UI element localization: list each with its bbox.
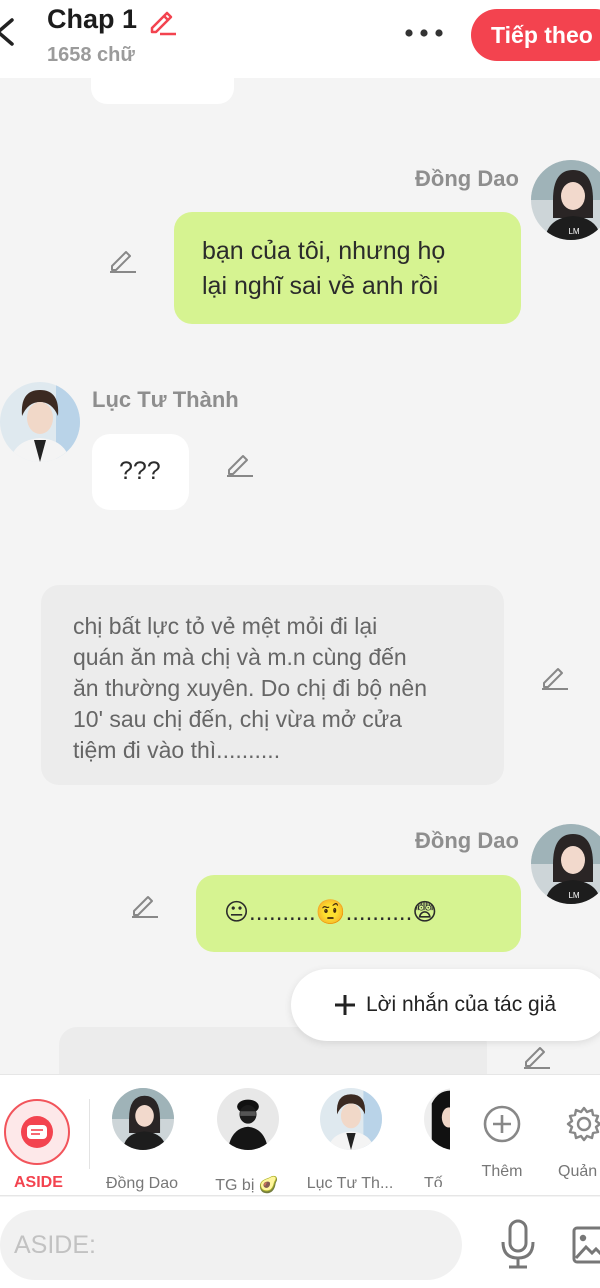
author-note-button[interactable]: Lời nhắn của tác giả xyxy=(291,969,600,1041)
add-character-button[interactable]: Thêm xyxy=(458,1087,546,1187)
author-note-label: Lời nhắn của tác giả xyxy=(366,993,557,1016)
edit-message-icon[interactable] xyxy=(108,244,138,274)
aside-avatar xyxy=(4,1099,70,1165)
avatar-luc-tu-thanh[interactable] xyxy=(0,382,80,462)
narration-line: tiệm đi vào thì.......... xyxy=(73,737,281,763)
svg-text:LM: LM xyxy=(568,227,579,236)
speaker-name: Lục Tư Thành xyxy=(92,387,239,412)
message-input[interactable] xyxy=(0,1210,462,1280)
chat-icon xyxy=(27,1125,47,1139)
plus-icon xyxy=(335,995,355,1015)
message-bubble[interactable]: bạn của tôi, nhưng họ lại nghĩ sai về an… xyxy=(174,212,521,324)
character-luc-tu-thanh[interactable]: Lục Tư Th... xyxy=(306,1087,394,1192)
message-line: bạn của tôi, nhưng họ xyxy=(202,237,446,265)
message-text: 😐..........🤨..........😨 xyxy=(224,899,438,926)
image-icon[interactable] xyxy=(572,1225,600,1265)
narration-line: ăn thường xuyên. Do chị đi bộ nên xyxy=(73,675,427,701)
add-circle-icon xyxy=(483,1105,521,1143)
divider xyxy=(89,1099,90,1169)
speaker-name: Đồng Dao xyxy=(415,828,519,853)
edit-title-icon[interactable] xyxy=(147,6,177,36)
message-line: lại nghĩ sai về anh rồi xyxy=(202,272,439,300)
edit-message-icon[interactable] xyxy=(225,448,255,478)
character-tg[interactable]: TG bị 🥑 xyxy=(203,1087,291,1194)
character-label: Lục Tư Th... xyxy=(306,1175,394,1192)
word-count: 1658 chữ xyxy=(47,44,135,66)
avatar xyxy=(320,1088,382,1150)
manage-characters-button[interactable]: Quản xyxy=(542,1087,600,1187)
narration-line: chị bất lực tỏ vẻ mệt mỏi đi lại xyxy=(73,613,378,639)
chapter-title[interactable]: Chap 1 xyxy=(47,4,137,35)
avatar-dong-dao[interactable]: LM xyxy=(531,824,600,904)
edit-message-icon[interactable] xyxy=(522,1040,552,1070)
character-aside[interactable]: ASIDE xyxy=(0,1087,88,1191)
chat-editor-screen: Chap 1 1658 chữ Tiếp theo Đồng Dao LM bạ… xyxy=(0,0,600,1288)
edit-message-icon[interactable] xyxy=(540,661,570,691)
top-bar: Chap 1 1658 chữ Tiếp theo xyxy=(0,0,600,78)
composer xyxy=(0,1197,600,1288)
avatar xyxy=(424,1088,450,1150)
microphone-icon[interactable] xyxy=(498,1218,538,1270)
character-label: ASIDE xyxy=(14,1174,63,1191)
gear-icon xyxy=(566,1106,600,1142)
message-text: ??? xyxy=(119,457,161,485)
previous-message-bubble[interactable] xyxy=(91,70,234,104)
svg-text:LM: LM xyxy=(568,891,579,900)
edit-message-icon[interactable] xyxy=(130,889,160,919)
message-bubble[interactable]: 😐..........🤨..........😨 xyxy=(196,875,521,952)
back-icon[interactable] xyxy=(0,14,22,50)
narration-line: quán ăn mà chị và m.n cùng đến xyxy=(73,644,407,670)
character-selector: ASIDE Đồng Dao TG bị 🥑 Lục Tư Th... Tố T… xyxy=(0,1074,600,1196)
more-icon[interactable] xyxy=(402,22,446,44)
character-dong-dao[interactable]: Đồng Dao xyxy=(98,1087,186,1192)
manage-label: Quản xyxy=(558,1163,598,1180)
narration-bubble[interactable]: chị bất lực tỏ vẻ mệt mỏi đi lại quán ăn… xyxy=(41,585,504,785)
avatar xyxy=(112,1088,174,1150)
next-button[interactable]: Tiếp theo xyxy=(471,9,600,61)
narration-line: 10' sau chị đến, chị vừa mở cửa xyxy=(73,706,402,732)
avatar xyxy=(217,1088,279,1150)
avatar-dong-dao[interactable]: LM xyxy=(531,160,600,240)
message-bubble[interactable]: ??? xyxy=(92,434,189,510)
speaker-name: Đồng Dao xyxy=(415,166,519,191)
